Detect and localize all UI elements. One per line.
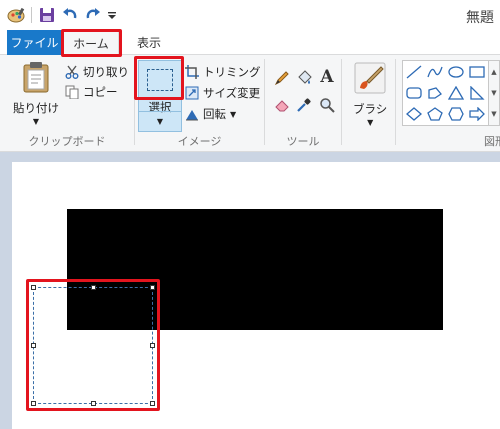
select-rectangle-icon <box>147 69 173 91</box>
selection-handle[interactable] <box>150 285 155 290</box>
title-bar: 無題 <box>0 0 500 30</box>
paste-button[interactable]: 貼り付け ▼ <box>13 61 59 126</box>
brushes-label: ブラシ <box>353 102 388 116</box>
selection-handle[interactable] <box>91 401 96 406</box>
chevron-down-icon[interactable]: ▼ <box>491 89 496 97</box>
customize-qat-icon[interactable] <box>106 5 118 25</box>
line-shape-icon[interactable] <box>405 64 423 80</box>
expand-gallery-icon[interactable]: ▼ <box>491 110 496 118</box>
selection-handle[interactable] <box>91 285 96 290</box>
paste-label: 貼り付け <box>13 101 59 115</box>
chevron-down-icon: ▼ <box>156 117 164 126</box>
text-tool-icon[interactable]: A <box>318 67 336 87</box>
clipboard-icon <box>21 61 51 96</box>
shapes-group-label: 図形 <box>484 135 500 148</box>
cut-button[interactable]: 切り取り <box>64 63 129 81</box>
selection-handle[interactable] <box>150 401 155 406</box>
shapes-gallery <box>402 60 489 126</box>
select-dropdown[interactable]: ▼ <box>139 111 181 131</box>
oval-shape-icon[interactable] <box>447 64 465 80</box>
polygon-shape-icon[interactable] <box>426 85 444 101</box>
ribbon: 貼り付け ▼ 切り取り コピー クリップボード イメージ 選択 ▼ トリミング <box>0 55 500 152</box>
image-group-label: イメージ <box>177 135 222 148</box>
selection-handle[interactable] <box>31 343 36 348</box>
rounded-rectangle-shape-icon[interactable] <box>405 85 423 101</box>
copy-icon <box>64 84 80 100</box>
resize-button[interactable]: サイズ変更 <box>184 84 260 102</box>
clipboard-group: 貼り付け ▼ 切り取り コピー クリップボード <box>0 55 134 152</box>
resize-icon <box>184 85 200 101</box>
chevron-up-icon[interactable]: ▲ <box>491 68 496 76</box>
right-triangle-shape-icon[interactable] <box>468 85 486 101</box>
fill-bucket-icon[interactable] <box>295 69 313 87</box>
text-tool-glyph: A <box>320 67 334 87</box>
magnifier-icon[interactable] <box>318 96 336 114</box>
copy-button[interactable]: コピー <box>64 83 118 101</box>
cut-label: 切り取り <box>83 65 129 79</box>
rectangle-shape-icon[interactable] <box>468 64 486 80</box>
brushes-button[interactable]: ブラシ ▼ <box>353 62 387 127</box>
tab-home[interactable]: ホーム <box>63 30 119 56</box>
qat-separator <box>31 7 32 23</box>
rotate-button[interactable]: 回転 ▼ <box>184 105 236 123</box>
color-picker-icon[interactable] <box>295 96 313 114</box>
pencil-icon[interactable] <box>273 69 291 87</box>
diamond-shape-icon[interactable] <box>405 106 423 122</box>
undo-icon[interactable] <box>60 5 80 25</box>
selection-handle[interactable] <box>31 285 36 290</box>
tab-view[interactable]: 表示 <box>124 30 174 55</box>
resize-label: サイズ変更 <box>203 86 261 100</box>
brush-icon <box>354 62 386 97</box>
selection-rectangle[interactable] <box>31 285 155 406</box>
crop-button[interactable]: トリミング <box>184 63 261 81</box>
rotate-icon <box>184 106 200 122</box>
redo-icon[interactable] <box>83 5 103 25</box>
group-separator <box>341 59 342 145</box>
tab-file[interactable]: ファイル <box>7 30 62 55</box>
chevron-down-icon: ▼ <box>230 109 237 119</box>
rotate-label: 回転 <box>203 107 226 121</box>
curve-shape-icon[interactable] <box>426 64 444 80</box>
eraser-icon[interactable] <box>273 96 291 114</box>
save-icon[interactable] <box>37 5 57 25</box>
selection-handle[interactable] <box>31 401 36 406</box>
paint-app-icon[interactable] <box>6 5 26 25</box>
chevron-down-icon: ▼ <box>367 118 374 127</box>
chevron-down-icon: ▼ <box>32 117 40 126</box>
selection-handle[interactable] <box>150 343 155 348</box>
tools-group-label: ツール <box>286 135 320 148</box>
crop-icon <box>184 64 200 80</box>
pentagon-shape-icon[interactable] <box>426 106 444 122</box>
crop-label: トリミング <box>203 65 261 79</box>
select-button[interactable]: 選択 ▼ <box>138 60 182 132</box>
quick-access-toolbar <box>6 5 121 25</box>
copy-label: コピー <box>83 85 118 99</box>
shapes-scrollbar[interactable]: ▲ ▼ ▼ <box>489 60 500 126</box>
window-title: 無題 <box>466 10 494 26</box>
triangle-shape-icon[interactable] <box>447 85 465 101</box>
ribbon-tab-row: ファイル ホーム 表示 <box>0 30 500 56</box>
hexagon-shape-icon[interactable] <box>447 106 465 122</box>
scissors-icon <box>64 64 80 80</box>
right-arrow-shape-icon[interactable] <box>468 106 486 122</box>
clipboard-group-label: クリップボード <box>28 135 106 148</box>
